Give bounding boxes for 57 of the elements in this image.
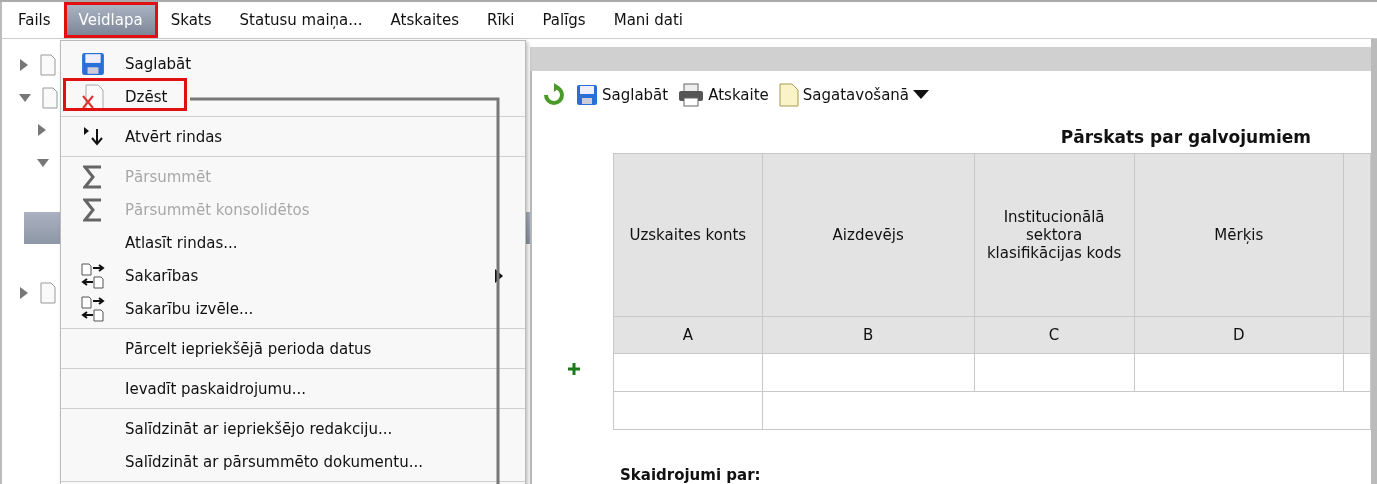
expand-arrow-icon[interactable] bbox=[18, 58, 30, 73]
column-header: Uzskaites konts bbox=[613, 153, 763, 317]
toolbar-button[interactable]: Sagatavošanā bbox=[776, 83, 932, 107]
document-icon bbox=[778, 83, 799, 107]
collapse-arrow-icon[interactable] bbox=[36, 156, 50, 169]
link-documents-icon bbox=[81, 295, 105, 322]
menu-bar-item[interactable]: Palīgs bbox=[530, 5, 598, 35]
collapse-arrow-icon[interactable] bbox=[18, 91, 32, 104]
table-cell[interactable] bbox=[613, 391, 763, 430]
report-title: Pārskats par galvojumiem bbox=[1060, 127, 1311, 147]
toolbar-button[interactable]: Atskaite bbox=[676, 83, 771, 107]
save-icon bbox=[81, 51, 105, 76]
menu-bar-item[interactable]: Statusu maiņa... bbox=[227, 5, 375, 35]
menu-bar-item[interactable]: Skats bbox=[158, 5, 224, 35]
expand-arrow-icon[interactable] bbox=[18, 285, 30, 300]
section-heading: Skaidrojumi par: bbox=[620, 466, 762, 484]
column-letter: A bbox=[613, 316, 763, 354]
menu-item[interactable]: Salīdzināt ar iepriekšējo redakciju... bbox=[61, 412, 525, 445]
printer-icon bbox=[678, 83, 705, 107]
menu-item[interactable]: Atvērt rindas bbox=[61, 120, 525, 153]
expand-rows-icon bbox=[83, 125, 103, 148]
column-header: Institucionālā sektora klasifikācijas kods bbox=[974, 153, 1135, 317]
document-icon bbox=[40, 54, 56, 77]
menu-item[interactable]: Dzēst bbox=[61, 80, 525, 113]
sigma-icon bbox=[83, 164, 103, 189]
column-letter: B bbox=[762, 316, 974, 354]
table-cell[interactable] bbox=[762, 391, 1371, 430]
menu-item[interactable]: Sakarību izvēle... bbox=[61, 292, 525, 325]
add-row-icon[interactable] bbox=[568, 363, 580, 375]
menu-item[interactable]: Sakarības bbox=[61, 259, 525, 292]
menu-bar-item[interactable]: Fails bbox=[6, 5, 63, 35]
table-cell[interactable] bbox=[1134, 353, 1344, 392]
sigma-icon bbox=[83, 197, 103, 222]
submenu-arrow-icon bbox=[495, 268, 503, 283]
refresh-icon bbox=[542, 83, 566, 107]
menu-item[interactable]: Salīdzināt ar pārsummēto dokumentu... bbox=[61, 445, 525, 478]
menu-bar-item[interactable]: Atskaites bbox=[378, 5, 471, 35]
expand-arrow-icon[interactable] bbox=[36, 123, 48, 138]
save-icon bbox=[576, 84, 598, 106]
document-icon bbox=[42, 86, 58, 109]
menu-item[interactable]: Pārcelt iepriekšējā perioda datus bbox=[61, 332, 525, 365]
menu-bar-item[interactable]: Rīki bbox=[475, 5, 527, 35]
column-header: Mērķis bbox=[1134, 153, 1344, 317]
document-icon bbox=[40, 281, 56, 304]
table-cell[interactable] bbox=[613, 353, 763, 392]
menu-item[interactable]: Atlasīt rindas... bbox=[61, 226, 525, 259]
table-cell[interactable] bbox=[974, 353, 1135, 392]
menu-item[interactable]: Saglabāt bbox=[61, 47, 525, 80]
link-documents-icon bbox=[81, 262, 105, 289]
column-header: Aizdevējs bbox=[762, 153, 974, 317]
table-cell[interactable] bbox=[762, 353, 974, 392]
column-letter: C bbox=[974, 316, 1135, 354]
menu-bar-item[interactable]: Mani dati bbox=[601, 5, 696, 35]
delete-document-icon bbox=[81, 83, 105, 110]
menu-item[interactable]: Ievadīt paskaidrojumu... bbox=[61, 372, 525, 405]
column-letter: D bbox=[1134, 316, 1344, 354]
toolbar-button[interactable]: Saglabāt bbox=[574, 84, 671, 106]
